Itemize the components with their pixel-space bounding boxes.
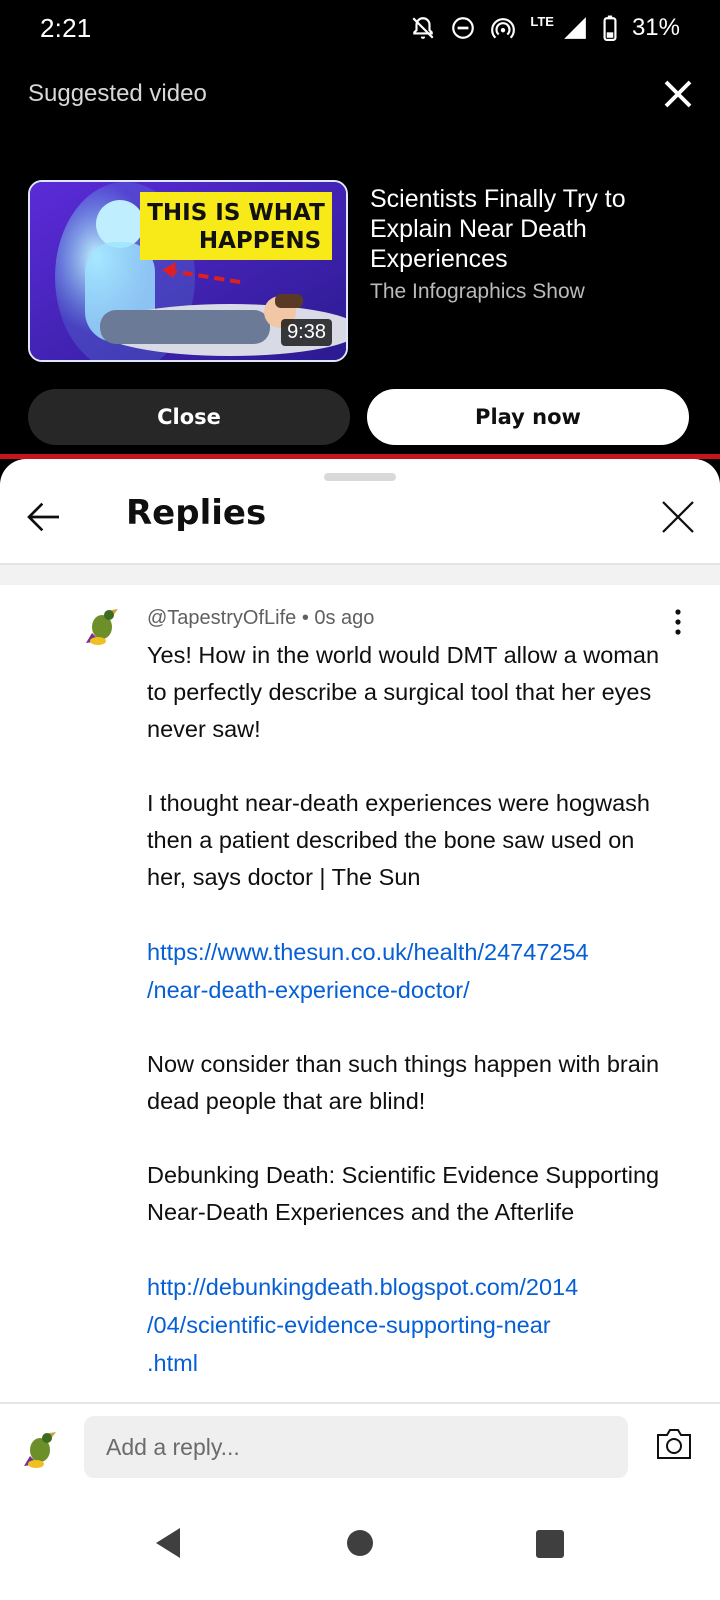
thumbnail-text-1: THIS IS WHAT xyxy=(147,200,325,226)
comment-paragraph: Debunking Death: Scientific Evidence Sup… xyxy=(147,1162,660,1225)
drag-handle[interactable] xyxy=(324,473,396,481)
reply-input[interactable] xyxy=(84,1416,628,1478)
more-options-icon[interactable] xyxy=(668,605,688,639)
close-button[interactable]: Close xyxy=(28,389,350,445)
nav-recents-icon[interactable] xyxy=(536,1530,564,1558)
comment-link-2-cont[interactable]: /04/scientific-evidence-supporting-near xyxy=(147,1306,677,1344)
hotspot-icon xyxy=(491,18,516,39)
comment-link-2[interactable]: http://debunkingdeath.blogspot.com/2014 xyxy=(147,1268,677,1306)
suggested-video-heading: Suggested video xyxy=(28,80,207,107)
comment-link-1[interactable]: https://www.thesun.co.uk/health/24747254 xyxy=(147,933,677,971)
notifications-off-icon xyxy=(412,17,434,39)
comment-paragraph: Now consider than such things happen wit… xyxy=(147,1051,660,1114)
play-now-button[interactable]: Play now xyxy=(367,389,689,445)
comment-link-2-end[interactable]: .html xyxy=(147,1344,677,1382)
status-icons: LTE 31% xyxy=(410,14,680,42)
suggested-video-title[interactable]: Scientists Finally Try to Explain Near D… xyxy=(370,184,670,274)
user-avatar xyxy=(24,1432,56,1468)
camera-icon[interactable] xyxy=(654,1426,694,1462)
comment-author[interactable]: @TapestryOfLife xyxy=(147,607,296,629)
close-replies-icon[interactable] xyxy=(660,499,696,535)
back-arrow-icon[interactable] xyxy=(24,497,64,537)
screen: 2:21 LTE 31% Suggested video THIS IS WHA… xyxy=(0,0,720,1600)
reply-bar xyxy=(0,1402,720,1502)
battery-icon xyxy=(603,15,617,41)
avatar[interactable] xyxy=(84,603,124,647)
comment-meta: @TapestryOfLife • 0s ago xyxy=(147,607,374,630)
comment-link-block: https://www.thesun.co.uk/health/24747254… xyxy=(147,933,677,1009)
replies-title: Replies xyxy=(126,493,267,533)
comment-link-block: http://debunkingdeath.blogspot.com/2014 … xyxy=(147,1268,677,1382)
section-divider xyxy=(0,565,720,585)
network-type: LTE xyxy=(530,13,554,29)
comment-paragraph: I thought near-death experiences were ho… xyxy=(147,790,650,890)
comment-body: Yes! How in the world would DMT allow a … xyxy=(147,637,677,1419)
system-nav-bar xyxy=(0,1502,720,1600)
nav-back-icon[interactable] xyxy=(152,1526,184,1560)
comment-time: 0s ago xyxy=(314,607,375,629)
comment-paragraph: Yes! How in the world would DMT allow a … xyxy=(147,642,660,742)
comment-link-1-cont[interactable]: /near-death-experience-doctor/ xyxy=(147,971,677,1009)
nav-home-icon[interactable] xyxy=(347,1530,373,1556)
close-icon[interactable] xyxy=(660,76,696,112)
video-duration: 9:38 xyxy=(281,319,332,346)
do-not-disturb-icon xyxy=(452,17,475,39)
status-time: 2:21 xyxy=(40,12,92,43)
suggested-video-channel: The Infographics Show xyxy=(370,280,585,303)
meta-separator: • xyxy=(301,607,315,629)
battery-level: 31% xyxy=(631,14,680,41)
status-bar: 2:21 LTE 31% xyxy=(0,0,720,56)
signal-icon xyxy=(564,17,586,39)
video-thumbnail[interactable]: THIS IS WHAT HAPPENS 9:38 xyxy=(28,180,348,362)
thumbnail-text-2: HAPPENS xyxy=(199,228,321,254)
